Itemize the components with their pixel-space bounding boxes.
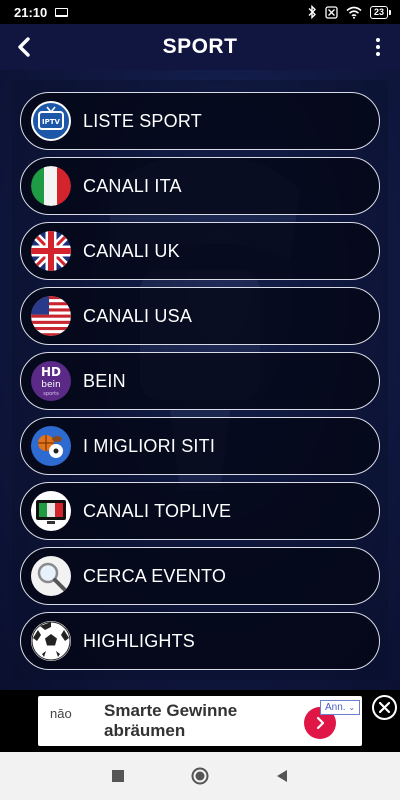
iptv-tv-icon: IPTV	[31, 101, 71, 141]
ad-brand-logo: nāo	[50, 706, 72, 721]
svg-text:HD: HD	[41, 365, 61, 379]
svg-text:bein: bein	[41, 380, 60, 390]
ad-banner: nāo Smarte Gewinne abräumen Ann. ⌄	[0, 690, 400, 752]
app-bar: SPORT	[0, 24, 400, 70]
more-options-button[interactable]	[364, 33, 392, 61]
wifi-icon	[346, 6, 362, 19]
chevron-right-icon	[316, 716, 325, 730]
italy-flag-icon	[31, 166, 71, 206]
menu-item-bein[interactable]: HD bein sports BEIN	[20, 352, 380, 410]
menu-item-canali-toplive[interactable]: CANALI TOPLIVE	[20, 482, 380, 540]
back-button[interactable]	[10, 33, 38, 61]
toplive-tv-icon	[31, 491, 71, 531]
chevron-left-icon	[18, 37, 30, 57]
battery-level: 23	[373, 6, 384, 17]
ad-brand: nāo	[50, 706, 72, 721]
uk-flag-icon	[31, 231, 71, 271]
ad-close-button[interactable]	[372, 695, 397, 720]
menu-item-label: LISTE SPORT	[83, 110, 202, 131]
home-button[interactable]	[190, 766, 210, 786]
svg-text:IPTV: IPTV	[42, 118, 61, 126]
menu-item-canali-uk[interactable]: CANALI UK	[20, 222, 380, 280]
usa-flag-icon	[31, 296, 71, 336]
laptop-icon	[55, 7, 69, 17]
menu-item-label: CANALI UK	[83, 240, 180, 261]
menu-item-label: BEIN	[83, 370, 126, 391]
search-magnifier-icon	[31, 556, 71, 596]
nav-back-button[interactable]	[272, 766, 292, 786]
more-vertical-icon	[376, 38, 380, 42]
recents-square-icon	[112, 770, 124, 782]
menu-item-label: CANALI USA	[83, 305, 193, 326]
system-nav-bar	[0, 752, 400, 800]
battery-icon: 23	[369, 5, 392, 19]
menu-item-canali-ita[interactable]: CANALI ITA	[20, 157, 380, 215]
menu-item-migliori-siti[interactable]: I MIGLIORI SITI	[20, 417, 380, 475]
close-icon	[379, 702, 390, 713]
menu-item-label: I MIGLIORI SITI	[83, 435, 216, 456]
recents-button[interactable]	[108, 766, 128, 786]
bluetooth-icon	[308, 5, 316, 19]
menu-item-canali-usa[interactable]: CANALI USA	[20, 287, 380, 345]
chevron-down-icon: ⌄	[348, 703, 356, 712]
ad-tag-label: Ann.	[325, 702, 346, 713]
menu-item-cerca-evento[interactable]: CERCA EVENTO	[20, 547, 380, 605]
sim-off-icon	[325, 5, 338, 19]
ad-card[interactable]: nāo Smarte Gewinne abräumen Ann. ⌄	[38, 696, 362, 746]
ad-headline: Smarte Gewinne abräumen	[104, 701, 238, 740]
menu-item-label: CANALI TOPLIVE	[83, 500, 232, 521]
home-circle-icon	[191, 767, 209, 785]
menu-item-label: CERCA EVENTO	[83, 565, 227, 586]
sports-balls-icon	[31, 426, 71, 466]
menu-item-liste-sport[interactable]: IPTV LISTE SPORT	[20, 92, 380, 150]
menu-item-label: HIGHLIGHTS	[83, 630, 196, 651]
page-title: SPORT	[162, 35, 238, 58]
status-bar: 21:10 23	[0, 0, 400, 24]
content-area: IPTV LISTE SPORT CANALI ITA CANALI UK CA…	[0, 70, 400, 690]
menu-item-highlights[interactable]: HIGHLIGHTS	[20, 612, 380, 670]
soccer-ball-icon	[31, 621, 71, 661]
menu-item-label: CANALI ITA	[83, 175, 182, 196]
back-triangle-icon	[277, 770, 287, 782]
svg-text:sports: sports	[43, 391, 59, 397]
status-time: 21:10	[14, 4, 48, 20]
bein-sports-icon: HD bein sports	[31, 361, 71, 401]
ad-choices-tag[interactable]: Ann. ⌄	[320, 700, 361, 715]
